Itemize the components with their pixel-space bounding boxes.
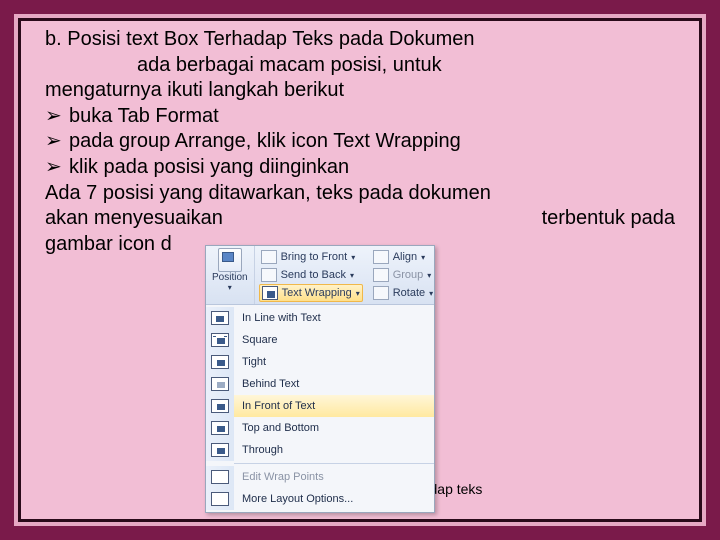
- chevron-down-icon: ▾: [356, 289, 360, 298]
- inline-icon: [211, 311, 229, 325]
- rotate-button[interactable]: Rotate ▾: [371, 284, 435, 302]
- arrange-toolbar: Position ▾ Bring to Front ▾ Send to Back…: [206, 246, 434, 305]
- toolbar-col-1: Bring to Front ▾ Send to Back ▾ Text Wra…: [255, 246, 367, 304]
- tight-icon: [211, 355, 229, 369]
- triangle-bullet-icon: ➢: [45, 155, 63, 181]
- align-icon: [373, 250, 389, 264]
- menu-item-front[interactable]: In Front of Text: [206, 395, 434, 417]
- heading-line: b. Posisi text Box Terhadap Teks pada Do…: [45, 27, 675, 53]
- justified-line-1: ada berbagai macam posisi, untuk: [137, 53, 675, 79]
- text-wrapping-button[interactable]: Text Wrapping ▾: [259, 284, 363, 302]
- send-to-back-label: Send to Back: [281, 269, 346, 281]
- bullet-item-1: ➢ buka Tab Format: [45, 104, 675, 130]
- edit-points-icon: [211, 470, 229, 484]
- bullet-item-3: ➢ klik pada posisi yang diinginkan: [45, 155, 675, 181]
- position-icon: [218, 248, 242, 272]
- menu-label: Behind Text: [234, 378, 299, 390]
- rotate-label: Rotate: [393, 287, 425, 299]
- align-button[interactable]: Align ▾: [371, 248, 435, 266]
- position-button[interactable]: Position ▾: [206, 246, 255, 304]
- menu-item-inline[interactable]: In Line with Text: [206, 307, 434, 329]
- menu-item-tight[interactable]: Tight: [206, 351, 434, 373]
- bullet-text: buka Tab Format: [69, 104, 219, 130]
- behind-icon: [211, 377, 229, 391]
- menu-item-behind[interactable]: Behind Text: [206, 373, 434, 395]
- menu-item-more-options[interactable]: More Layout Options...: [206, 488, 434, 510]
- menu-item-edit-points[interactable]: Edit Wrap Points: [206, 466, 434, 488]
- menu-item-topbottom[interactable]: Top and Bottom: [206, 417, 434, 439]
- chevron-down-icon: ▾: [350, 271, 354, 280]
- word-arrange-popup: Position ▾ Bring to Front ▾ Send to Back…: [205, 245, 435, 513]
- slide-outer-frame: b. Posisi text Box Terhadap Teks pada Do…: [0, 0, 720, 540]
- bring-to-front-icon: [261, 250, 277, 264]
- through-icon: [211, 443, 229, 457]
- para2-line-a: Ada 7 posisi yang ditawarkan, teks pada …: [45, 181, 675, 207]
- menu-label: In Front of Text: [234, 400, 315, 412]
- send-to-back-icon: [261, 268, 277, 282]
- menu-label: More Layout Options...: [234, 493, 353, 505]
- front-icon: [211, 399, 229, 413]
- rotate-icon: [373, 286, 389, 300]
- menu-item-through[interactable]: Through: [206, 439, 434, 461]
- slide-inner-frame: b. Posisi text Box Terhadap Teks pada Do…: [18, 18, 702, 522]
- triangle-bullet-icon: ➢: [45, 129, 63, 155]
- align-label: Align: [393, 251, 417, 263]
- bullet-text: pada group Arrange, klik icon Text Wrapp…: [69, 129, 461, 155]
- bullet-text: klik pada posisi yang diinginkan: [69, 155, 349, 181]
- para2b-right: terbentuk pada: [542, 206, 675, 232]
- justified-line-2: mengaturnya ikuti langkah berikut: [45, 78, 675, 104]
- chevron-down-icon: ▾: [228, 283, 232, 292]
- text-wrapping-label: Text Wrapping: [282, 287, 352, 299]
- group-label: Group: [393, 269, 424, 281]
- bring-to-front-button[interactable]: Bring to Front ▾: [259, 248, 363, 266]
- menu-item-square[interactable]: Square: [206, 329, 434, 351]
- bullet-item-2: ➢ pada group Arrange, klik icon Text Wra…: [45, 129, 675, 155]
- more-options-icon: [211, 492, 229, 506]
- para2b-left: akan menyesuaikan: [45, 206, 223, 232]
- chevron-down-icon: ▾: [429, 289, 433, 298]
- text-wrapping-menu: In Line with Text Square Tight Behind Te…: [206, 305, 434, 512]
- position-label: Position: [212, 272, 248, 283]
- group-button[interactable]: Group ▾: [371, 266, 435, 284]
- menu-label: In Line with Text: [234, 312, 321, 324]
- menu-label: Top and Bottom: [234, 422, 319, 434]
- toolbar-col-2: Align ▾ Group ▾ Rotate ▾: [367, 246, 439, 304]
- bring-to-front-label: Bring to Front: [281, 251, 348, 263]
- send-to-back-button[interactable]: Send to Back ▾: [259, 266, 363, 284]
- menu-separator: [234, 463, 434, 464]
- body-text: b. Posisi text Box Terhadap Teks pada Do…: [45, 27, 675, 257]
- para2-line-b: akan menyesuaikan terbentuk pada: [45, 206, 675, 232]
- topbottom-icon: [211, 421, 229, 435]
- group-icon: [373, 268, 389, 282]
- chevron-down-icon: ▾: [427, 271, 431, 280]
- menu-label: Through: [234, 444, 283, 456]
- chevron-down-icon: ▾: [421, 253, 425, 262]
- chevron-down-icon: ▾: [351, 253, 355, 262]
- square-icon: [211, 333, 229, 347]
- menu-label: Tight: [234, 356, 266, 368]
- triangle-bullet-icon: ➢: [45, 104, 63, 130]
- menu-label: Square: [234, 334, 277, 346]
- menu-label: Edit Wrap Points: [234, 471, 324, 483]
- text-wrapping-icon: [262, 286, 278, 300]
